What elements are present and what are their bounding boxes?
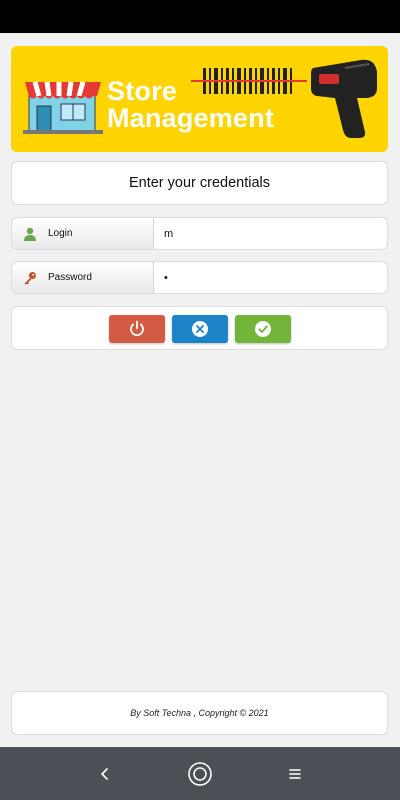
barcode-icon bbox=[191, 68, 307, 94]
password-label: Password bbox=[48, 272, 92, 283]
actions-panel bbox=[11, 306, 388, 350]
cancel-button[interactable] bbox=[172, 315, 228, 343]
login-input[interactable]: m bbox=[154, 218, 387, 249]
banner-title-line-2: Management bbox=[107, 103, 275, 133]
home-icon bbox=[188, 761, 212, 786]
navigation-bar bbox=[0, 747, 400, 800]
password-row: Password • bbox=[11, 261, 388, 294]
credentials-heading: Enter your credentials bbox=[128, 175, 271, 191]
login-row: Login m bbox=[11, 217, 388, 250]
password-input[interactable]: • bbox=[154, 262, 387, 293]
login-label: Login bbox=[48, 228, 73, 239]
footer-copyright: By Soft Techna , Copyright © 2021 bbox=[130, 708, 269, 718]
credentials-heading-panel: Enter your credentials bbox=[11, 161, 388, 205]
footer-panel: By Soft Techna , Copyright © 2021 bbox=[11, 691, 388, 735]
login-label-box: Login bbox=[12, 218, 154, 249]
power-icon bbox=[130, 320, 144, 336]
key-icon bbox=[12, 271, 48, 285]
home-button[interactable] bbox=[170, 747, 230, 800]
status-bar bbox=[0, 0, 400, 33]
back-button[interactable] bbox=[75, 747, 135, 800]
close-icon bbox=[192, 321, 208, 337]
scanner-icon bbox=[311, 59, 377, 138]
menu-button[interactable] bbox=[265, 747, 325, 800]
back-icon bbox=[101, 767, 108, 780]
check-icon bbox=[255, 321, 271, 337]
confirm-button[interactable] bbox=[235, 315, 291, 343]
menu-icon bbox=[289, 768, 301, 779]
app-banner: Store Management bbox=[11, 46, 388, 152]
password-label-box: Password bbox=[12, 262, 154, 293]
power-button[interactable] bbox=[109, 315, 165, 343]
user-icon bbox=[12, 227, 48, 241]
shop-icon bbox=[23, 81, 103, 134]
